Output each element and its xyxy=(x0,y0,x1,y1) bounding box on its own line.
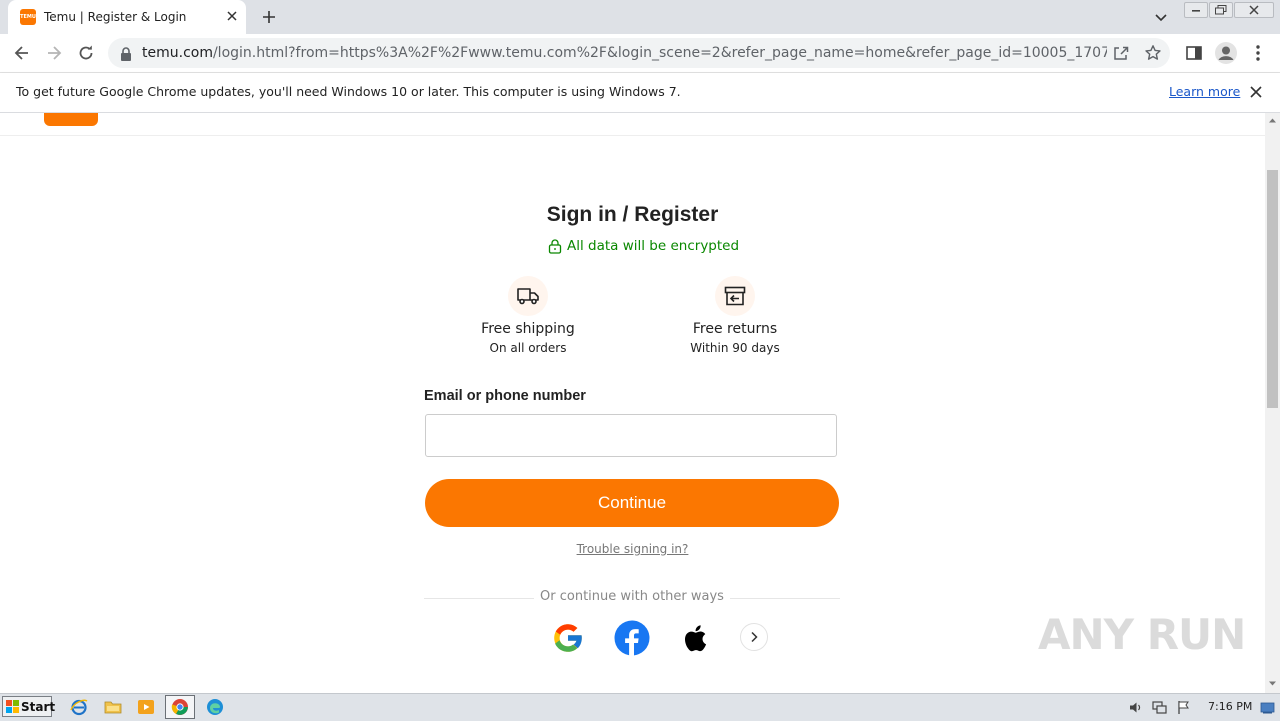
email-or-phone-input[interactable] xyxy=(425,414,837,457)
trouble-signing-in-text[interactable]: Trouble signing in? xyxy=(577,542,689,556)
window-minimize-button[interactable] xyxy=(1184,2,1208,18)
infobar-close-icon[interactable] xyxy=(1248,84,1264,100)
start-button[interactable]: Start xyxy=(2,696,56,717)
share-icon[interactable] xyxy=(1112,44,1130,62)
divider-line xyxy=(730,598,840,599)
chrome-icon xyxy=(171,699,188,715)
url-text[interactable]: temu.com/login.html?from=https%3A%2F%2Fw… xyxy=(142,45,1107,61)
reload-icon[interactable] xyxy=(76,43,96,63)
perk-title: Free shipping xyxy=(481,321,575,337)
edge-icon[interactable] xyxy=(206,698,224,716)
taskbar-clock[interactable]: 7:16 PM xyxy=(1208,700,1252,713)
learn-more-link[interactable]: Learn more xyxy=(1169,84,1240,99)
url-path: /login.html?from=https%3A%2F%2Fwww.temu.… xyxy=(212,45,1107,61)
media-player-icon[interactable] xyxy=(137,698,155,716)
anyrun-watermark: ANY RUN xyxy=(1038,610,1246,659)
internet-explorer-icon[interactable] xyxy=(70,698,88,716)
temu-logo[interactable] xyxy=(44,113,98,126)
side-panel-icon[interactable] xyxy=(1184,43,1204,63)
browser-tab-strip: TEMU Temu | Register & Login xyxy=(0,0,1280,34)
page-viewport: Sign in / Register All data will be encr… xyxy=(0,113,1265,693)
kebab-menu-icon[interactable] xyxy=(1248,43,1268,63)
perk-subtitle: Within 90 days xyxy=(690,341,780,355)
show-desktop-icon[interactable] xyxy=(1260,700,1275,715)
back-arrow-icon[interactable] xyxy=(12,43,32,63)
divider-text: Or continue with other ways xyxy=(540,589,724,604)
social-divider: Or continue with other ways xyxy=(424,589,840,607)
update-infobar: To get future Google Chrome updates, you… xyxy=(0,73,1280,113)
new-tab-button[interactable] xyxy=(258,6,280,28)
browser-toolbar: temu.com/login.html?from=https%3A%2F%2Fw… xyxy=(0,34,1280,73)
lock-outline-icon xyxy=(548,239,562,254)
network-icon[interactable] xyxy=(1152,700,1167,715)
more-login-options-button[interactable] xyxy=(740,623,768,651)
infobar-message: To get future Google Chrome updates, you… xyxy=(16,84,681,99)
google-icon[interactable] xyxy=(550,620,586,656)
perk-subtitle: On all orders xyxy=(489,341,567,355)
windows-flag-icon xyxy=(6,700,19,713)
truck-icon xyxy=(508,276,548,316)
chevron-right-icon xyxy=(751,631,758,643)
temu-favicon-icon: TEMU xyxy=(20,9,36,25)
email-field-label: Email or phone number xyxy=(424,388,586,404)
taskbar-chrome-window[interactable] xyxy=(165,695,195,719)
scroll-down-arrow-icon[interactable] xyxy=(1268,679,1277,688)
continue-button[interactable]: Continue xyxy=(425,479,839,527)
url-host: temu.com xyxy=(142,45,213,61)
system-tray: 7:16 PM xyxy=(1122,694,1280,721)
apple-icon[interactable] xyxy=(678,620,714,656)
site-header xyxy=(0,113,1265,136)
volume-icon[interactable] xyxy=(1128,700,1143,715)
tab-close-icon[interactable] xyxy=(224,8,240,24)
start-label: Start xyxy=(21,700,56,714)
lock-icon[interactable] xyxy=(120,46,132,61)
perk-free-shipping: Free shipping On all orders xyxy=(448,276,608,355)
perk-title: Free returns xyxy=(692,321,778,337)
facebook-icon[interactable] xyxy=(614,620,650,656)
windows-taskbar: Start 7:16 PM xyxy=(0,693,1280,721)
encryption-note-text: All data will be encrypted xyxy=(567,238,740,254)
perk-free-returns: Free returns Within 90 days xyxy=(655,276,815,355)
scrollbar-thumb[interactable] xyxy=(1267,170,1278,408)
page-scrollbar[interactable] xyxy=(1265,113,1280,693)
scroll-up-arrow-icon[interactable] xyxy=(1268,116,1277,125)
address-bar[interactable]: temu.com/login.html?from=https%3A%2F%2Fw… xyxy=(108,38,1170,68)
window-restore-button[interactable] xyxy=(1209,2,1233,18)
profile-avatar-icon[interactable] xyxy=(1214,41,1238,65)
forward-arrow-icon[interactable] xyxy=(44,43,64,63)
tab-search-chevron-icon[interactable] xyxy=(1152,8,1170,26)
window-close-button[interactable] xyxy=(1234,2,1274,18)
return-box-icon xyxy=(715,276,755,316)
tab-title: Temu | Register & Login xyxy=(44,10,187,24)
bookmark-star-icon[interactable] xyxy=(1144,44,1162,62)
page-title: Sign in / Register xyxy=(546,203,719,226)
file-explorer-icon[interactable] xyxy=(104,698,122,716)
browser-tab[interactable]: TEMU Temu | Register & Login xyxy=(8,0,246,34)
action-center-flag-icon[interactable] xyxy=(1176,700,1191,715)
trouble-signing-in-link: Trouble signing in? xyxy=(0,542,1265,556)
